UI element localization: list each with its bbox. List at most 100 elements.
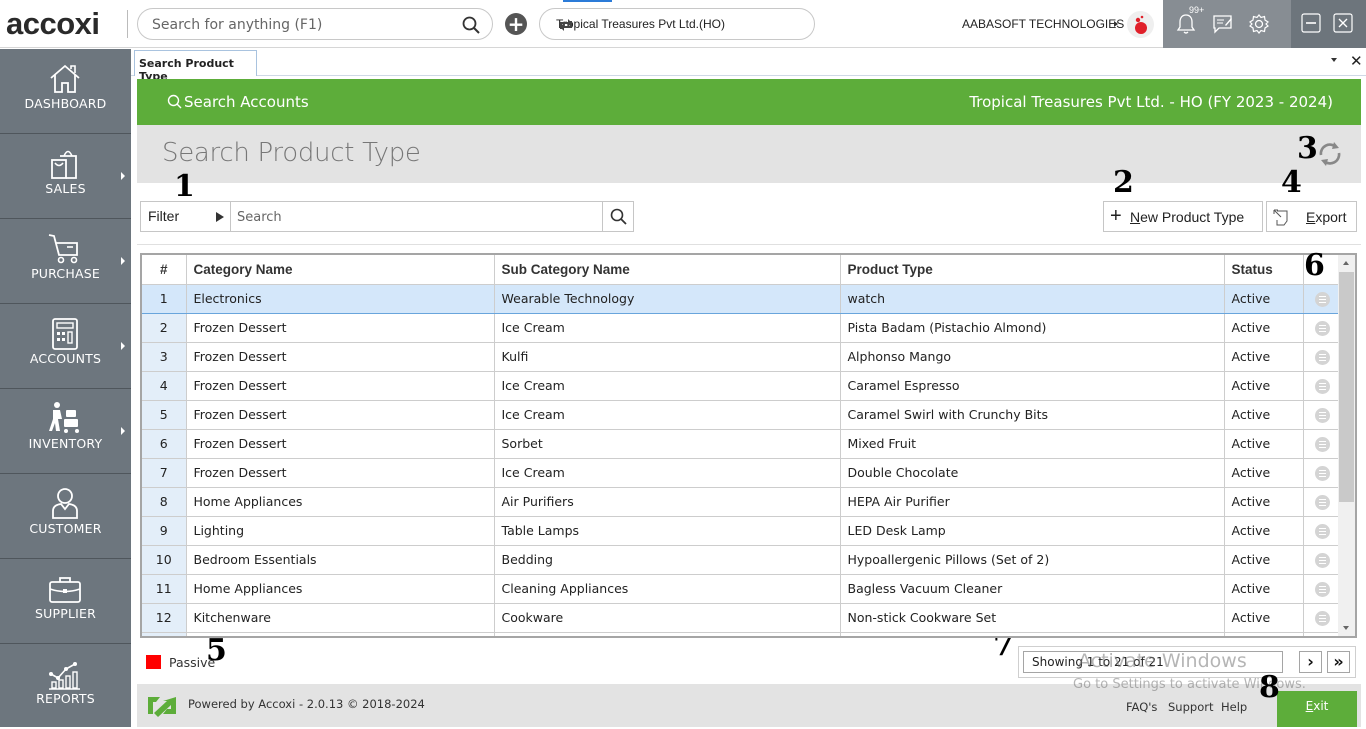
search-icon[interactable]: [462, 16, 480, 38]
vertical-scrollbar[interactable]: [1338, 255, 1355, 636]
row-menu-icon[interactable]: [1315, 581, 1330, 597]
next-page-button[interactable]: ›: [1299, 651, 1322, 673]
row-menu-icon[interactable]: [1315, 465, 1330, 481]
row-number: 11: [142, 574, 187, 604]
category-cell: Frozen Dessert: [186, 371, 495, 401]
column-header-status[interactable]: Status: [1224, 255, 1304, 285]
active-indicator: [563, 0, 612, 2]
sidebar-item-reports[interactable]: REPORTS: [0, 644, 131, 729]
scroll-thumb[interactable]: [1339, 272, 1354, 502]
switch-company-icon[interactable]: [556, 15, 804, 38]
new-product-type-button[interactable]: + New Product Type: [1103, 201, 1263, 232]
row-menu-icon[interactable]: [1315, 349, 1330, 365]
category-cell: Frozen Dessert: [186, 458, 495, 488]
refresh-icon[interactable]: [1315, 138, 1345, 174]
row-menu-icon[interactable]: [1315, 378, 1330, 394]
row-number: 7: [142, 458, 187, 488]
table-row[interactable]: 1 Electronics Wearable Technology watch Acti…: [142, 284, 1343, 314]
row-menu-icon[interactable]: [1315, 523, 1330, 539]
gear-icon[interactable]: [1248, 13, 1270, 39]
sidebar-item-dashboard[interactable]: DASHBOARD: [0, 49, 131, 134]
subcategory-cell: Ice Cream: [494, 458, 841, 488]
organization-caret-icon[interactable]: [1114, 21, 1118, 27]
tab-search-product-type[interactable]: Search Product Type: [134, 50, 257, 83]
bell-icon[interactable]: [1176, 13, 1196, 39]
search-button[interactable]: [602, 202, 633, 231]
plus-icon: +: [1110, 205, 1122, 227]
user-avatar[interactable]: [1127, 11, 1154, 38]
search-input[interactable]: [237, 208, 597, 226]
export-label: Export: [1306, 209, 1347, 225]
table-row[interactable]: 10 Bedroom Essentials Bedding Hypoallergeni…: [142, 545, 1343, 575]
organization-name[interactable]: AABASOFT TECHNOLOGIES: [962, 17, 1124, 31]
row-actions-cell: [1303, 284, 1343, 314]
search-accounts-link[interactable]: Search Accounts: [167, 93, 309, 111]
table-row[interactable]: 2 Frozen Dessert Ice Cream Pista Badam (Pis…: [142, 313, 1343, 343]
sidebar-item-purchase[interactable]: PURCHASE: [0, 219, 131, 304]
row-number: 5: [142, 400, 187, 430]
row-menu-icon[interactable]: [1315, 320, 1330, 336]
faq-link[interactable]: FAQ's: [1126, 700, 1157, 714]
passive-legend-swatch: [146, 655, 161, 669]
table-row[interactable]: 4 Frozen Dessert Ice Cream Caramel Espresso…: [142, 371, 1343, 401]
table-row[interactable]: 7 Frozen Dessert Ice Cream Double Chocolate…: [142, 458, 1343, 488]
product-type-grid: # Category Name Sub Category Name Produc…: [140, 253, 1357, 638]
subcategory-cell: Cleaning Appliances: [494, 574, 841, 604]
subcategory-cell: Ice Cream: [494, 400, 841, 430]
exit-button[interactable]: Exit: [1277, 691, 1357, 727]
minimize-icon[interactable]: [1301, 13, 1321, 37]
table-row[interactable]: 3 Frozen Dessert Kulfi Alphonso Mango Active: [142, 342, 1343, 372]
row-actions-cell: [1303, 400, 1343, 430]
message-icon[interactable]: [1212, 13, 1234, 39]
table-row[interactable]: [142, 632, 1343, 636]
subcategory-cell: Air Purifiers: [494, 487, 841, 517]
row-menu-icon[interactable]: [1315, 291, 1330, 307]
tab-dropdown-icon[interactable]: [1331, 58, 1337, 62]
table-row[interactable]: 5 Frozen Dessert Ice Cream Caramel Swirl wi…: [142, 400, 1343, 430]
table-header-row: # Category Name Sub Category Name Produc…: [142, 255, 1343, 285]
support-link[interactable]: Support: [1168, 700, 1213, 714]
category-cell: Kitchenware: [186, 603, 495, 633]
table-row[interactable]: 9 Lighting Table Lamps LED Desk Lamp Active: [142, 516, 1343, 546]
row-menu-icon[interactable]: [1315, 610, 1330, 626]
shopping-bag-icon: [51, 150, 77, 179]
table-row[interactable]: 6 Frozen Dessert Sorbet Mixed Fruit Active: [142, 429, 1343, 459]
row-menu-icon[interactable]: [1315, 407, 1330, 423]
last-page-button[interactable]: »: [1327, 651, 1350, 673]
close-window-icon[interactable]: [1333, 13, 1353, 37]
product-type-cell: Caramel Espresso: [840, 371, 1225, 401]
scroll-up-icon[interactable]: [1343, 261, 1349, 265]
company-selector[interactable]: Tropical Treasures Pvt Ltd.(HO): [539, 8, 815, 40]
sidebar-item-customer[interactable]: CUSTOMER: [0, 474, 131, 559]
column-header-category[interactable]: Category Name: [186, 255, 495, 285]
annotation-1: 1: [174, 169, 195, 204]
annotation-3: 3: [1297, 131, 1318, 166]
column-header-subcategory[interactable]: Sub Category Name: [494, 255, 841, 285]
filter-search-bar: Filter: [140, 201, 634, 232]
close-tab-icon[interactable]: ✕: [1350, 52, 1363, 70]
sidebar-item-supplier[interactable]: SUPPLIER: [0, 559, 131, 644]
sidebar-item-sales[interactable]: SALES: [0, 134, 131, 219]
export-button[interactable]: Export: [1266, 201, 1357, 232]
column-header-product-type[interactable]: Product Type: [840, 255, 1225, 285]
table-row[interactable]: 8 Home Appliances Air Purifiers HEPA Air Pu…: [142, 487, 1343, 517]
company-financial-year: Tropical Treasures Pvt Ltd. - HO (FY 202…: [969, 93, 1333, 111]
top-bar: accoxi + Tropical Treasures Pvt Ltd.(HO)…: [0, 0, 1366, 48]
help-link[interactable]: Help: [1221, 700, 1247, 714]
filter-button[interactable]: Filter: [141, 202, 231, 231]
table-row[interactable]: 11 Home Appliances Cleaning Appliances Bagl…: [142, 574, 1343, 604]
row-menu-icon[interactable]: [1315, 552, 1330, 568]
table-row[interactable]: 12 Kitchenware Cookware Non-stick Cookware …: [142, 603, 1343, 633]
row-actions-cell: [1303, 313, 1343, 343]
global-search-input[interactable]: [152, 15, 452, 35]
global-search[interactable]: [137, 8, 493, 40]
annotation-2: 2: [1113, 165, 1134, 200]
sidebar-item-inventory[interactable]: INVENTORY: [0, 389, 131, 474]
row-menu-icon[interactable]: [1315, 436, 1330, 452]
row-menu-icon[interactable]: [1315, 494, 1330, 510]
scroll-down-icon[interactable]: [1343, 626, 1349, 630]
status-cell: Active: [1224, 342, 1304, 372]
column-header-number[interactable]: #: [142, 255, 187, 285]
sidebar-item-accounts[interactable]: ACCOUNTS: [0, 304, 131, 389]
add-icon[interactable]: +: [505, 13, 527, 35]
